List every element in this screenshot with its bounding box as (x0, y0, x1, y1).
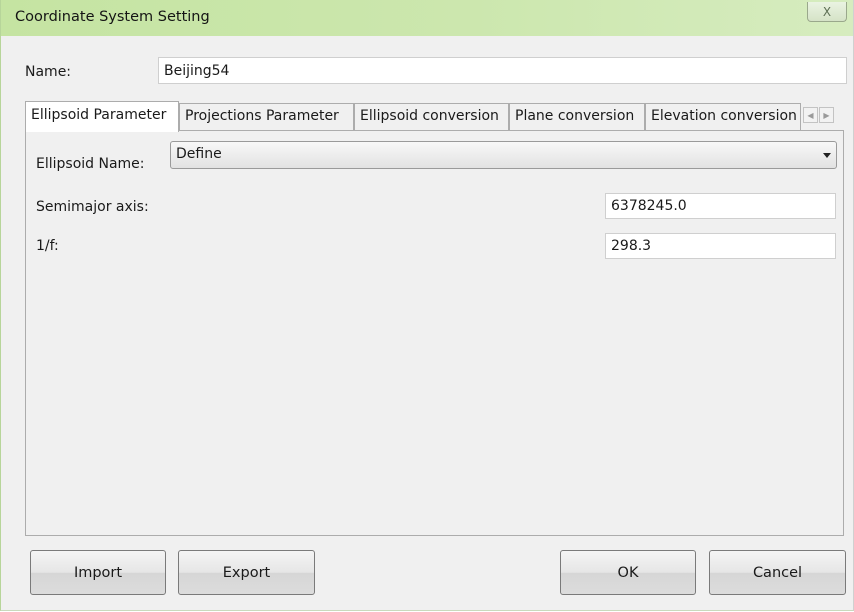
tab-projections-parameter[interactable]: Projections Parameter (179, 103, 354, 130)
tab-scroll-right-button[interactable]: ▶ (819, 107, 834, 123)
tab-label: Ellipsoid Parameter (31, 107, 167, 123)
semimajor-axis-input[interactable] (605, 193, 836, 219)
export-button[interactable]: Export (178, 550, 315, 595)
ellipsoid-parameter-panel: Ellipsoid Name: Define Semimajor axis: 1… (25, 130, 844, 536)
tab-label: Ellipsoid conversion (360, 108, 499, 124)
name-label: Name: (25, 64, 72, 80)
ellipsoid-name-value: Define (176, 146, 222, 162)
name-input[interactable] (158, 57, 847, 84)
tab-label: Projections Parameter (185, 108, 339, 124)
tab-plane-conversion[interactable]: Plane conversion (509, 103, 645, 130)
window-title: Coordinate System Setting (15, 9, 210, 25)
cancel-button[interactable]: Cancel (709, 550, 846, 595)
tab-strip: Ellipsoid Parameter Projections Paramete… (25, 101, 844, 132)
inverse-flattening-input[interactable] (605, 233, 836, 259)
semimajor-axis-label: Semimajor axis: (36, 199, 149, 215)
tab-ellipsoid-parameter[interactable]: Ellipsoid Parameter (25, 101, 179, 132)
tab-label: Elevation conversion (651, 108, 797, 124)
title-bar: Coordinate System Setting X (1, 0, 853, 36)
inverse-flattening-label: 1/f: (36, 238, 59, 254)
tab-label: Plane conversion (515, 108, 635, 124)
import-button[interactable]: Import (30, 550, 166, 595)
chevron-down-icon (823, 153, 831, 158)
coordinate-system-dialog: Coordinate System Setting X Name: Ellips… (0, 0, 854, 611)
tab-scroll-left-button[interactable]: ◀ (803, 107, 818, 123)
tab-elevation-conversion[interactable]: Elevation conversion (645, 103, 801, 130)
close-button[interactable]: X (807, 2, 847, 22)
tab-ellipsoid-conversion[interactable]: Ellipsoid conversion (354, 103, 509, 130)
chevron-right-icon: ▶ (823, 110, 830, 120)
ellipsoid-name-select[interactable]: Define (170, 141, 837, 169)
ok-button[interactable]: OK (560, 550, 696, 595)
chevron-left-icon: ◀ (807, 110, 814, 120)
ellipsoid-name-label: Ellipsoid Name: (36, 156, 145, 172)
close-icon: X (822, 4, 832, 19)
